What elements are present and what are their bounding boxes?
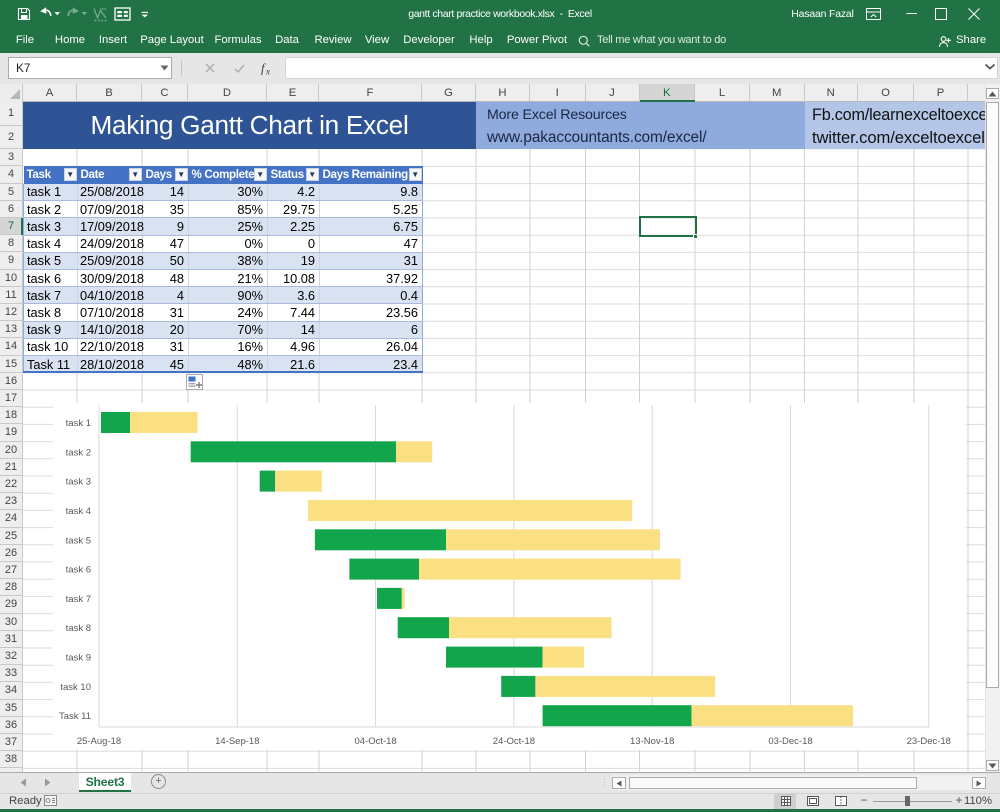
svg-text:task 9: task 9 bbox=[66, 653, 91, 664]
svg-text:task 7: task 7 bbox=[66, 594, 91, 605]
svg-text:task 4: task 4 bbox=[66, 506, 91, 517]
svg-text:task 8: task 8 bbox=[66, 623, 91, 634]
svg-text:23-Dec-18: 23-Dec-18 bbox=[907, 736, 951, 747]
svg-text:03-Dec-18: 03-Dec-18 bbox=[768, 736, 812, 747]
svg-text:task 2: task 2 bbox=[66, 447, 91, 458]
svg-text:04-Oct-18: 04-Oct-18 bbox=[354, 736, 396, 747]
svg-text:13-Nov-18: 13-Nov-18 bbox=[630, 736, 674, 747]
svg-text:task 5: task 5 bbox=[66, 535, 91, 546]
svg-text:task 3: task 3 bbox=[66, 477, 91, 488]
svg-text:task 1: task 1 bbox=[66, 418, 91, 429]
svg-text:task 10: task 10 bbox=[60, 682, 91, 693]
svg-text:25-Aug-18: 25-Aug-18 bbox=[77, 736, 121, 747]
svg-text:Task 11: Task 11 bbox=[59, 711, 91, 722]
svg-text:24-Oct-18: 24-Oct-18 bbox=[493, 736, 535, 747]
svg-text:14-Sep-18: 14-Sep-18 bbox=[215, 736, 259, 747]
svg-text:task 6: task 6 bbox=[66, 565, 91, 576]
